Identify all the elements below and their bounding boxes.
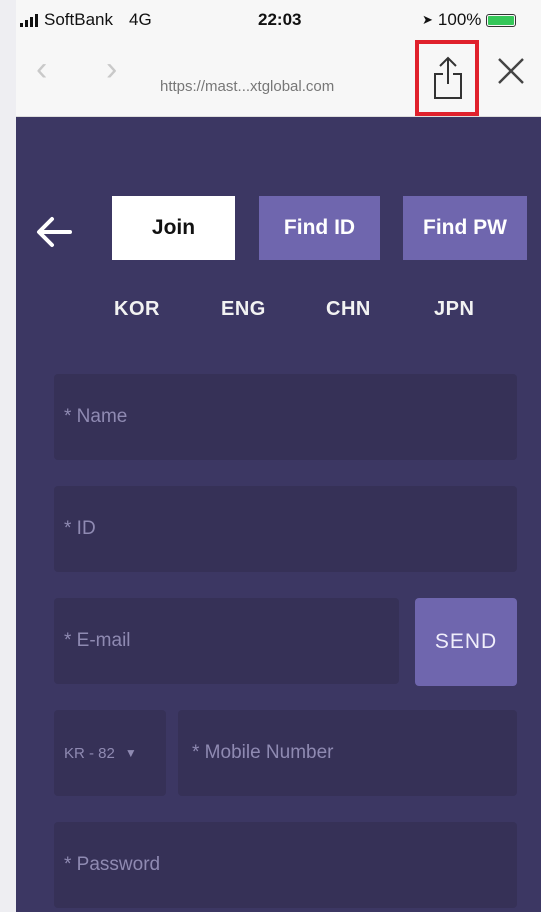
- id-field[interactable]: * ID: [54, 486, 517, 572]
- battery-percent: 100%: [437, 10, 482, 29]
- country-code-value: KR - 82: [64, 744, 115, 762]
- lang-eng[interactable]: ENG: [221, 298, 266, 321]
- id-placeholder: * ID: [64, 518, 96, 539]
- lang-kor[interactable]: KOR: [114, 298, 160, 321]
- password-placeholder: * Password: [64, 854, 161, 875]
- chevron-right-icon[interactable]: ›: [106, 52, 117, 86]
- email-field[interactable]: * E-mail: [54, 598, 399, 684]
- share-icon: [434, 56, 462, 99]
- country-code-select[interactable]: KR - 82 ▼: [54, 710, 166, 796]
- battery-icon: [486, 13, 517, 27]
- tab-find-id[interactable]: Find ID: [259, 196, 380, 260]
- close-icon[interactable]: [496, 56, 526, 86]
- back-arrow-icon[interactable]: [34, 212, 74, 252]
- status-bar: SoftBank 4G 22:03 ➤ 100%: [16, 0, 541, 36]
- browser-toolbar: ‹ › https://mast...xtglobal.com: [16, 36, 541, 117]
- phone-screen: SoftBank 4G 22:03 ➤ 100% ‹ › https://mas…: [16, 0, 541, 912]
- network-type: 4G: [129, 10, 152, 29]
- name-field[interactable]: * Name: [54, 374, 517, 460]
- name-placeholder: * Name: [64, 406, 128, 427]
- url-text[interactable]: https://mast...xtglobal.com: [160, 78, 334, 95]
- lang-chn[interactable]: CHN: [326, 298, 371, 321]
- clock: 22:03: [258, 10, 302, 29]
- lang-jpn[interactable]: JPN: [434, 298, 474, 321]
- share-button[interactable]: [415, 40, 479, 116]
- email-placeholder: * E-mail: [64, 630, 131, 651]
- chevron-left-icon[interactable]: ‹: [36, 52, 47, 86]
- battery-status: ➤ 100%: [422, 10, 517, 30]
- mobile-placeholder: * Mobile Number: [192, 742, 334, 763]
- password-field[interactable]: * Password: [54, 822, 517, 908]
- location-icon: ➤: [422, 12, 433, 27]
- carrier-info: SoftBank 4G: [20, 10, 152, 30]
- mobile-number-field[interactable]: * Mobile Number: [178, 710, 517, 796]
- signal-icon: [20, 13, 38, 27]
- carrier-name: SoftBank: [44, 10, 113, 29]
- tab-join[interactable]: Join: [112, 196, 235, 260]
- send-button[interactable]: SEND: [415, 598, 517, 686]
- tab-find-pw[interactable]: Find PW: [403, 196, 527, 260]
- caret-down-icon: ▼: [124, 746, 137, 760]
